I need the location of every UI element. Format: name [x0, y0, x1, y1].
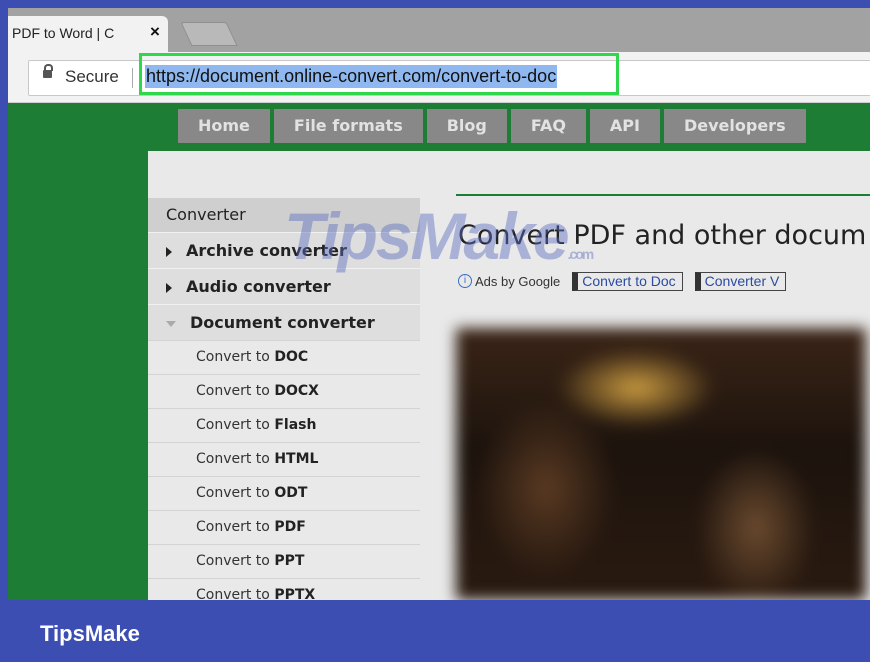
link-prefix: Convert to	[196, 553, 270, 569]
blurred-ad-image[interactable]	[456, 328, 866, 600]
sidebar-link-doc[interactable]: Convert to DOC	[148, 340, 420, 374]
link-format: DOCX	[274, 383, 319, 399]
link-prefix: Convert to	[196, 417, 270, 433]
screenshot-frame: PDF to Word | C × Secure https://documen…	[8, 8, 870, 600]
browser-tab[interactable]: PDF to Word | C ×	[8, 16, 168, 52]
footer-brand: TipsMake	[40, 621, 140, 646]
web-page: Home File formats Blog FAQ API Developer…	[8, 103, 870, 600]
nav-file-formats[interactable]: File formats	[273, 109, 423, 143]
link-format: HTML	[274, 451, 319, 467]
nav-developers[interactable]: Developers	[663, 109, 806, 143]
tab-strip: PDF to Word | C ×	[8, 8, 870, 52]
sidebar-link-flash[interactable]: Convert to Flash	[148, 408, 420, 442]
ad-link-convert-to-doc[interactable]: Convert to Doc	[572, 271, 683, 291]
link-prefix: Convert to	[196, 383, 270, 399]
nav-api[interactable]: API	[589, 109, 660, 143]
sidebar-link-odt[interactable]: Convert to ODT	[148, 476, 420, 510]
watermark-suffix: .com	[567, 246, 595, 262]
link-format: PDF	[274, 519, 306, 535]
ad-link-converter[interactable]: Converter V	[694, 271, 787, 291]
link-format: PPTX	[274, 587, 316, 600]
link-prefix: Convert to	[196, 349, 270, 365]
new-tab-button[interactable]	[180, 22, 238, 46]
link-format: PPT	[274, 553, 305, 569]
sidebar-item-label: Audio converter	[186, 277, 331, 296]
ad-bar: i Ads by Google Convert to Doc Converter…	[458, 271, 787, 291]
nav-home[interactable]: Home	[178, 109, 270, 143]
title-rule	[456, 194, 870, 196]
close-tab-icon[interactable]: ×	[150, 22, 160, 42]
secure-label: Secure	[65, 67, 119, 86]
url-highlight-box	[139, 53, 619, 95]
lock-icon	[43, 64, 53, 78]
sidebar-link-pdf[interactable]: Convert to PDF	[148, 510, 420, 544]
ads-label[interactable]: Ads by Google	[475, 274, 560, 289]
watermark-text: TipsMake	[284, 199, 570, 273]
caret-down-icon	[166, 320, 176, 327]
watermark-logo: TipsMake.com	[284, 198, 595, 274]
link-format: Flash	[274, 417, 317, 433]
sidebar-item-label: Document converter	[190, 313, 375, 332]
main-nav: Home File formats Blog FAQ API Developer…	[178, 109, 810, 143]
link-prefix: Convert to	[196, 451, 270, 467]
link-prefix: Convert to	[196, 587, 270, 600]
sidebar-link-docx[interactable]: Convert to DOCX	[148, 374, 420, 408]
caret-right-icon	[166, 246, 172, 257]
link-prefix: Convert to	[196, 519, 270, 535]
nav-faq[interactable]: FAQ	[510, 109, 586, 143]
nav-blog[interactable]: Blog	[426, 109, 507, 143]
sidebar-link-ppt[interactable]: Convert to PPT	[148, 544, 420, 578]
tab-title: PDF to Word | C	[12, 25, 115, 41]
sidebar-item-document-converter[interactable]: Document converter	[148, 304, 420, 340]
left-green-panel	[8, 103, 148, 600]
link-format: DOC	[274, 349, 309, 365]
sidebar-link-html[interactable]: Convert to HTML	[148, 442, 420, 476]
browser-toolbar: Secure https://document.online-convert.c…	[8, 52, 870, 103]
info-icon[interactable]: i	[458, 274, 472, 288]
link-format: ODT	[274, 485, 308, 501]
caret-right-icon	[166, 282, 172, 293]
divider	[132, 68, 133, 88]
link-prefix: Convert to	[196, 485, 270, 501]
sidebar-link-pptx[interactable]: Convert to PPTX	[148, 578, 420, 600]
address-bar[interactable]: Secure https://document.online-convert.c…	[28, 53, 870, 96]
